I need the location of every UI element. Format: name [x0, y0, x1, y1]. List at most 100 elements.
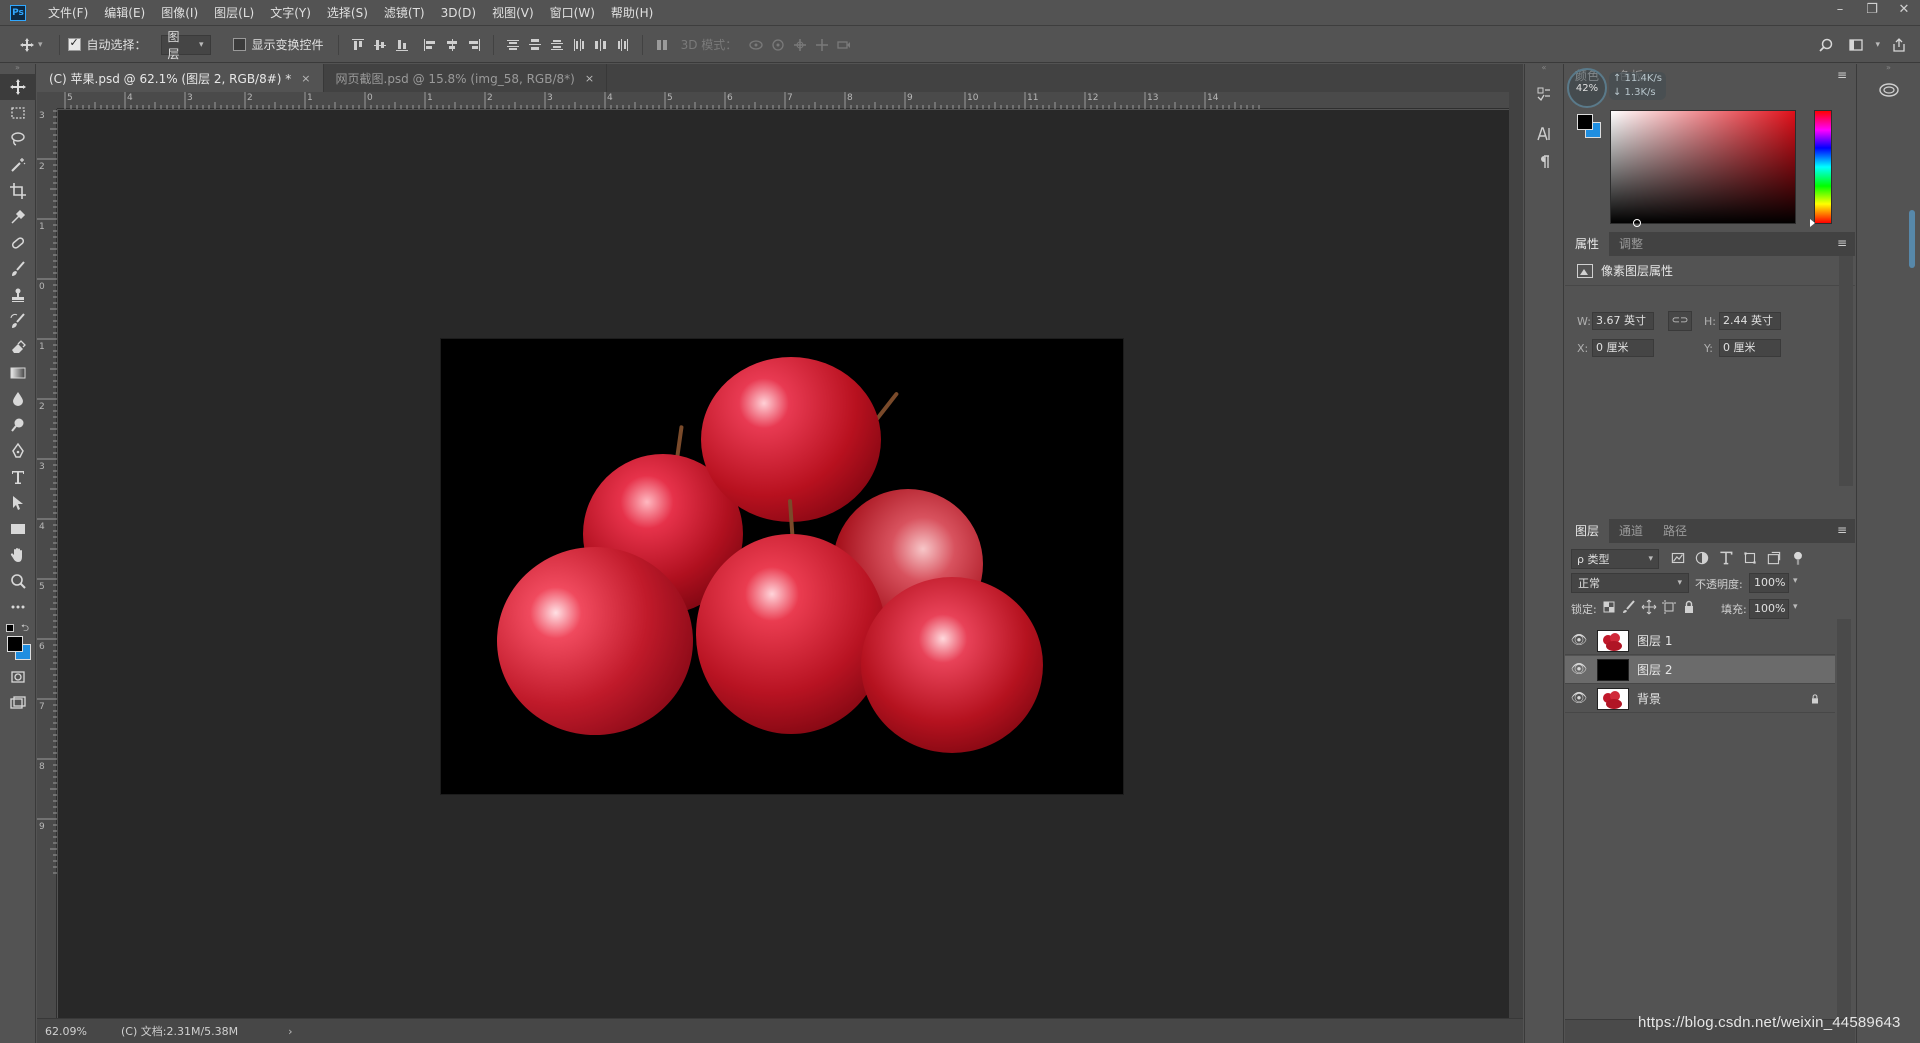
screen-mode-icon[interactable]	[0, 690, 36, 716]
distribute-bottom-icon[interactable]	[546, 34, 568, 56]
3d-roll-icon[interactable]	[767, 34, 789, 56]
side-handle[interactable]	[1909, 210, 1915, 268]
properties-scrollbar[interactable]	[1839, 256, 1853, 486]
3d-pan-icon[interactable]	[789, 34, 811, 56]
quick-mask-icon[interactable]	[0, 664, 36, 690]
distribute-top-icon[interactable]	[502, 34, 524, 56]
move-tool-preset-icon[interactable]	[16, 34, 38, 56]
hand-tool-icon[interactable]	[0, 542, 36, 568]
panel-grip-icon[interactable]: «	[1525, 64, 1563, 74]
character-panel-icon[interactable]	[1525, 120, 1563, 148]
layer-row[interactable]: 👁 背景	[1565, 685, 1835, 713]
move-tool-icon[interactable]	[0, 74, 36, 100]
panel-menu-icon[interactable]: ≡	[1837, 236, 1847, 250]
tab-adjustments[interactable]: 调整	[1609, 232, 1653, 256]
lock-pixels-icon[interactable]	[1621, 599, 1637, 615]
visibility-eye-icon[interactable]: 👁	[1565, 691, 1593, 706]
layer-filter-dropdown[interactable]: ρ 类型 ▾	[1571, 549, 1659, 569]
3d-orbit-icon[interactable]	[745, 34, 767, 56]
menu-view[interactable]: 视图(V)	[484, 0, 542, 26]
saturation-value-picker[interactable]	[1610, 110, 1796, 227]
lock-transparent-icon[interactable]	[1601, 599, 1617, 615]
chevron-down-icon[interactable]: ▾	[1875, 40, 1880, 50]
show-transform-checkbox[interactable]	[232, 38, 246, 51]
align-right-icon[interactable]	[463, 34, 485, 56]
layer-row[interactable]: 👁 图层 2	[1565, 656, 1835, 684]
menu-filter[interactable]: 滤镜(T)	[376, 0, 433, 26]
close-icon[interactable]: ×	[301, 72, 310, 85]
ruler-corner[interactable]	[37, 92, 57, 109]
menu-window[interactable]: 窗口(W)	[542, 0, 603, 26]
distribute-vcenter-icon[interactable]	[524, 34, 546, 56]
picker-cursor-icon[interactable]	[1633, 219, 1641, 227]
history-panel-icon[interactable]	[1525, 80, 1563, 108]
menu-layer[interactable]: 图层(L)	[206, 0, 262, 26]
magic-wand-tool-icon[interactable]	[0, 152, 36, 178]
align-bottom-icon[interactable]	[391, 34, 413, 56]
rectangle-tool-icon[interactable]	[0, 516, 36, 542]
eyedropper-tool-icon[interactable]	[0, 204, 36, 230]
zoom-level[interactable]: 62.09%	[45, 1025, 115, 1038]
menu-select[interactable]: 选择(S)	[319, 0, 376, 26]
dodge-tool-icon[interactable]	[0, 412, 36, 438]
libraries-icon[interactable]	[1857, 80, 1920, 100]
minimize-button[interactable]: –	[1824, 0, 1856, 22]
panel-grip-icon[interactable]: »	[0, 64, 35, 74]
lock-artboard-icon[interactable]	[1661, 599, 1677, 615]
visibility-eye-icon[interactable]: 👁	[1565, 633, 1593, 648]
layers-scrollbar[interactable]	[1837, 619, 1851, 1019]
filter-pixel-icon[interactable]	[1669, 549, 1687, 567]
visibility-eye-icon[interactable]: 👁	[1565, 662, 1593, 677]
lock-icon[interactable]	[1809, 693, 1821, 705]
3d-slide-icon[interactable]	[811, 34, 833, 56]
auto-align-icon[interactable]	[651, 34, 673, 56]
distribute-hcenter-icon[interactable]	[590, 34, 612, 56]
3d-scale-icon[interactable]	[833, 34, 855, 56]
search-icon[interactable]	[1815, 34, 1837, 56]
healing-brush-tool-icon[interactable]	[0, 230, 36, 256]
align-vcenter-icon[interactable]	[369, 34, 391, 56]
auto-select-checkbox[interactable]	[67, 36, 81, 51]
chevron-down-icon[interactable]: ▾	[1793, 576, 1798, 586]
hue-pointer-icon[interactable]	[1810, 219, 1815, 227]
share-icon[interactable]	[1888, 34, 1910, 56]
lock-position-icon[interactable]	[1641, 599, 1657, 615]
fill-field[interactable]: 100%	[1749, 599, 1789, 619]
distribute-right-icon[interactable]	[612, 34, 634, 56]
blur-tool-icon[interactable]	[0, 386, 36, 412]
tab-apple-psd[interactable]: (C) 苹果.psd @ 62.1% (图层 2, RGB/8#) * ×	[37, 64, 324, 92]
default-colors-icon[interactable]	[6, 624, 14, 632]
filter-smart-object-icon[interactable]	[1765, 549, 1783, 567]
panel-menu-icon[interactable]: ≡	[1837, 68, 1847, 82]
menu-3d[interactable]: 3D(D)	[433, 0, 484, 26]
foreground-color-swatch[interactable]	[1577, 114, 1593, 130]
filter-adjustment-icon[interactable]	[1693, 549, 1711, 567]
panel-grip-icon[interactable]: »	[1857, 64, 1920, 74]
tab-layers[interactable]: 图层	[1565, 519, 1610, 543]
more-tools-icon[interactable]	[0, 594, 36, 620]
layer-row[interactable]: 👁 图层 1	[1565, 627, 1835, 655]
zoom-tool-icon[interactable]	[0, 568, 36, 594]
align-hcenter-icon[interactable]	[441, 34, 463, 56]
crop-tool-icon[interactable]	[0, 178, 36, 204]
menu-edit[interactable]: 编辑(E)	[96, 0, 153, 26]
tab-webpage-psd[interactable]: 网页截图.psd @ 15.8% (img_58, RGB/8*) ×	[323, 64, 608, 92]
y-field[interactable]: 0 厘米	[1719, 339, 1781, 357]
workspace-icon[interactable]	[1845, 34, 1867, 56]
status-arrow-icon[interactable]: ›	[288, 1025, 292, 1038]
tab-channels[interactable]: 通道	[1609, 519, 1653, 543]
menu-file[interactable]: 文件(F)	[40, 0, 96, 26]
tab-properties[interactable]: 属性	[1565, 232, 1610, 256]
close-button[interactable]: ✕	[1888, 0, 1920, 22]
menu-help[interactable]: 帮助(H)	[603, 0, 661, 26]
menu-image[interactable]: 图像(I)	[153, 0, 206, 26]
foreground-color-swatch[interactable]	[7, 636, 23, 652]
panel-menu-icon[interactable]: ≡	[1837, 523, 1847, 537]
document-canvas[interactable]	[441, 339, 1123, 794]
width-field[interactable]: 3.67 英寸	[1592, 312, 1654, 330]
ruler-horizontal[interactable]: 5 4 3 2 1 0 1 2 3 4 5 6 7 8 9 10 11 12 13 14	[57, 92, 1509, 109]
link-icon[interactable]: ⊂⊃	[1668, 311, 1692, 331]
marquee-tool-icon[interactable]	[0, 100, 36, 126]
lasso-tool-icon[interactable]	[0, 126, 36, 152]
brush-tool-icon[interactable]	[0, 256, 36, 282]
